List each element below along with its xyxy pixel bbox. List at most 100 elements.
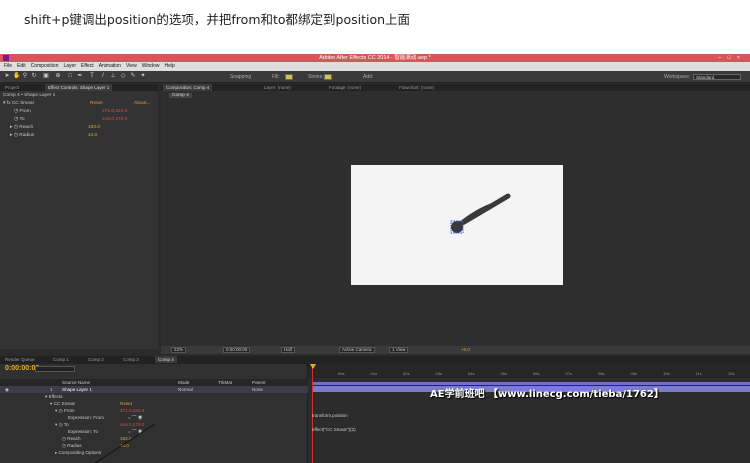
timeline-layers: 0:00:00:00 Source Name Mode TrkMat Paren… <box>0 364 308 463</box>
zoom-tool-icon[interactable]: ⚲ <box>22 73 28 80</box>
menu-bar: File Edit Composition Layer Effect Animation V… <box>0 62 750 71</box>
ruler-tick-label: 11s <box>695 371 702 376</box>
add-label[interactable]: Add: <box>363 74 373 80</box>
prop-label: To <box>19 117 25 122</box>
tab-render-queue[interactable]: Render Queue <box>2 356 38 363</box>
expression-text-to[interactable]: effect("CC Smear")(2) <box>312 427 356 432</box>
ec-effect-row[interactable]: ▾ fx CC Smear Reset About... <box>3 100 161 107</box>
tab-comp-1[interactable]: Comp 1 <box>50 356 72 363</box>
ruler-tick-label: 04s <box>468 371 475 376</box>
resolution-select[interactable]: Half <box>281 347 296 353</box>
effect-controls-header: Project Effect Controls: Shape Layer 1 <box>0 84 158 91</box>
eraser-tool-icon[interactable]: ◇ <box>120 73 126 80</box>
pen-tool-icon[interactable]: ✒ <box>77 73 83 80</box>
expression-text-from[interactable]: transform.position <box>312 413 348 418</box>
menu-item[interactable]: Effect <box>81 63 94 69</box>
tab-project[interactable]: Project <box>2 84 22 91</box>
ruler-tick-label: 08s <box>598 371 605 376</box>
watermark: AE学前班吧 【www.linecg.com/tieba/1762】 <box>430 389 664 400</box>
tab-comp-2[interactable]: Comp 2 <box>85 356 107 363</box>
menu-item[interactable]: Layer <box>63 63 76 69</box>
window-controls[interactable]: –□× <box>718 54 746 62</box>
menu-item[interactable]: View <box>126 63 137 69</box>
camera-tool-icon[interactable]: ▣ <box>43 73 49 80</box>
prop-label: From <box>19 109 31 114</box>
composition-viewer: Comp 4 <box>161 91 750 349</box>
expand-arrow-icon[interactable]: ▸ ◷ <box>10 133 19 138</box>
prop-value[interactable]: 183.0 <box>88 124 100 131</box>
ruler-tick-label: 05s <box>500 371 507 376</box>
tab-comp-4[interactable]: Comp 4 <box>155 356 177 363</box>
effect-name: CC Smear <box>11 101 35 106</box>
prop-value[interactable]: 44.0 <box>88 132 97 139</box>
time-ruler[interactable]: 00s01s02s03s04s05s06s07s08s09s10s11s12s1… <box>308 364 750 378</box>
window-title: Adobe After Effects CC 2014 - 智能滚动.aep * <box>319 55 431 61</box>
ruler-tick-label: 07s <box>565 371 572 376</box>
ruler-tick-label: 06s <box>533 371 540 376</box>
pickwhip-line <box>94 423 156 463</box>
puppet-tool-icon[interactable]: ✦ <box>140 73 146 80</box>
playhead-icon[interactable] <box>310 364 316 369</box>
smear-stroke <box>451 193 511 231</box>
ec-prop-radius[interactable]: ▸ ◷ Radius 44.0 <box>10 132 168 139</box>
menu-item[interactable]: Edit <box>17 63 26 69</box>
tutorial-caption: shift+p键调出position的选项，并把from和to都绑定到posit… <box>24 12 411 27</box>
after-effects-window: Adobe After Effects CC 2014 - 智能滚动.aep *… <box>0 54 750 463</box>
roto-tool-icon[interactable]: ✎ <box>130 73 136 80</box>
expand-arrow-icon[interactable]: ▸ ◷ <box>10 125 19 130</box>
tab-footage[interactable]: Footage: (none) <box>326 84 364 91</box>
snapping-label[interactable]: Snapping <box>230 74 251 80</box>
timeline-graph: 00s01s02s03s04s05s06s07s08s09s10s11s12s1… <box>308 364 750 463</box>
pan-behind-tool-icon[interactable]: ⊕ <box>55 73 61 80</box>
ruler-tick-label: 02s <box>403 371 410 376</box>
comp-nav-tab[interactable]: Comp 4 <box>169 93 192 98</box>
camera-select[interactable]: Active Camera <box>339 347 375 353</box>
app-logo-icon <box>3 55 9 61</box>
stroke-swatch[interactable] <box>324 74 332 80</box>
current-time[interactable]: 0:00:00:00 <box>223 347 251 353</box>
ruler-tick-label: 10s <box>663 371 670 376</box>
ec-prop-from[interactable]: ◷ From 471.0,344.0 <box>14 108 172 115</box>
exposure-value[interactable]: +0.0 <box>461 346 470 354</box>
ruler-tick-label: 01s <box>370 371 377 376</box>
tab-effect-controls[interactable]: Effect Controls: Shape Layer 1 <box>45 84 113 91</box>
mask-tool-icon[interactable]: □ <box>67 73 73 80</box>
fill-swatch[interactable] <box>285 74 293 80</box>
zoom-select[interactable]: 22% <box>171 347 187 353</box>
title-bar: Adobe After Effects CC 2014 - 智能滚动.aep *… <box>0 54 750 62</box>
ec-prop-reach[interactable]: ▸ ◷ Reach 183.0 <box>10 124 168 131</box>
tab-composition[interactable]: Composition: Comp 4 <box>163 84 213 91</box>
selection-tool-icon[interactable]: ➤ <box>4 73 10 80</box>
reset-link[interactable]: Reset <box>90 100 103 107</box>
prop-value[interactable]: 471.0,344.0 <box>102 108 127 115</box>
tab-layer[interactable]: Layer: (none) <box>261 84 294 91</box>
tab-flowchart[interactable]: Flowchart: (none) <box>396 84 437 91</box>
tab-comp-3[interactable]: Comp 3 <box>120 356 142 363</box>
ec-breadcrumb: Comp 4 • Shape Layer 1 <box>3 93 56 98</box>
menu-item[interactable]: File <box>4 63 12 69</box>
fx-icon: ▾ fx <box>3 101 12 106</box>
prop-label: Radius <box>19 133 35 138</box>
menu-item[interactable]: Composition <box>31 63 59 69</box>
workspace-label: Workspace: <box>664 74 691 80</box>
comp-canvas[interactable] <box>351 165 563 285</box>
ruler-tick-label: 12s <box>728 371 735 376</box>
view-layout-select[interactable]: 1 View <box>389 347 409 353</box>
stroke-label: Stroke: <box>308 74 324 80</box>
workspace-select[interactable]: Standard <box>693 74 741 80</box>
menu-item[interactable]: Window <box>142 63 160 69</box>
ruler-tick-label: 03s <box>435 371 442 376</box>
shape-layer-graphic[interactable] <box>351 165 563 285</box>
prop-value[interactable]: 449.0,270.0 <box>102 116 127 123</box>
menu-item[interactable]: Animation <box>99 63 121 69</box>
clone-tool-icon[interactable]: ⊥ <box>110 73 116 80</box>
brush-tool-icon[interactable]: / <box>100 73 106 80</box>
effect-controls-panel: Comp 4 • Shape Layer 1 ▾ fx CC Smear Res… <box>0 91 158 349</box>
type-tool-icon[interactable]: T <box>89 73 95 80</box>
ec-prop-to[interactable]: ◷ To 449.0,270.0 <box>14 116 172 123</box>
about-link[interactable]: About... <box>134 100 151 107</box>
menu-item[interactable]: Help <box>164 63 174 69</box>
ruler-tick-label: 09s <box>630 371 637 376</box>
rotate-tool-icon[interactable]: ↻ <box>31 73 37 80</box>
hand-tool-icon[interactable]: ✋ <box>13 73 20 80</box>
